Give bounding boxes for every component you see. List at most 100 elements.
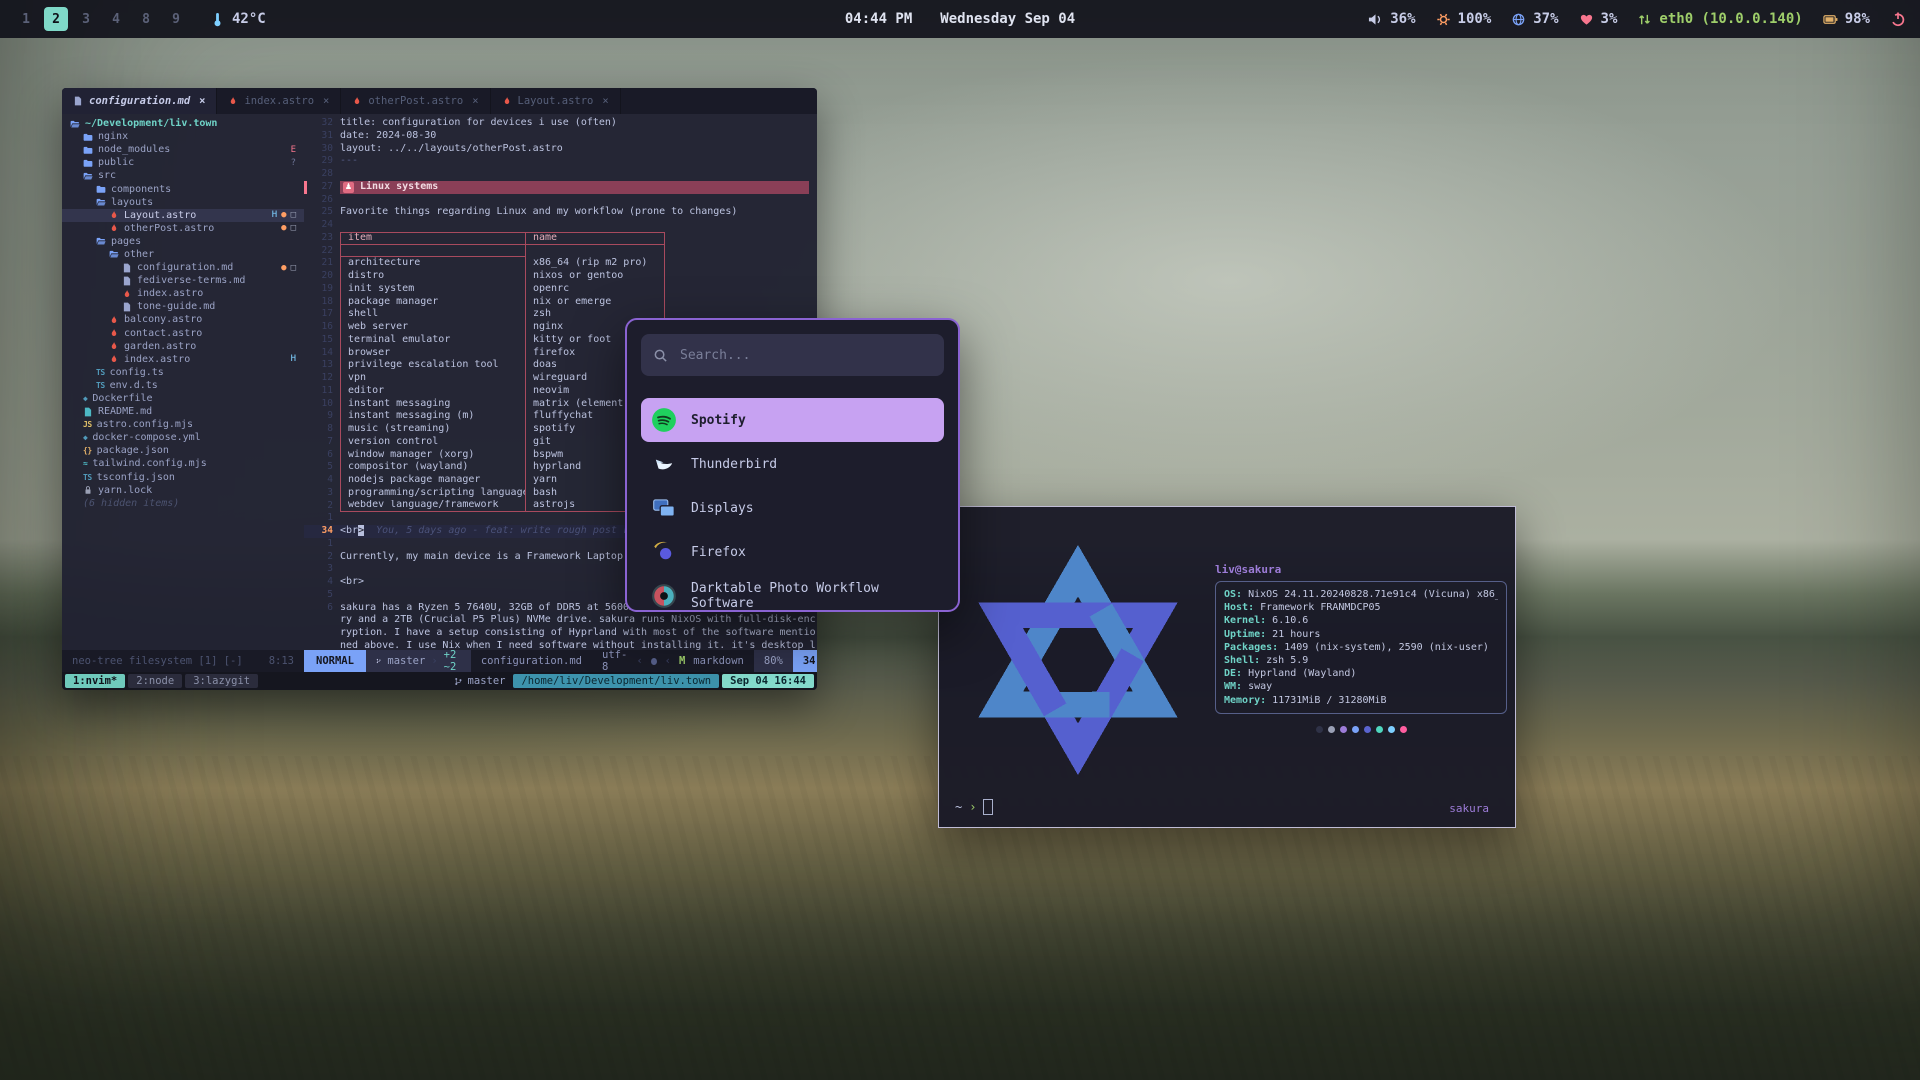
tree-item-label: README.md xyxy=(98,406,152,417)
tree-item[interactable]: README.md xyxy=(62,405,304,418)
workspace-button[interactable]: 3 xyxy=(74,7,98,31)
table-cell-item: version control xyxy=(340,436,526,449)
tree-item[interactable]: JSastro.config.mjs xyxy=(62,418,304,431)
tree-item[interactable]: yarn.lock xyxy=(62,484,304,497)
tree-item[interactable]: other xyxy=(62,248,304,261)
tree-item[interactable]: {}package.json xyxy=(62,444,304,457)
module-volume[interactable]: 36% xyxy=(1368,11,1415,27)
tree-item[interactable]: fediverse-terms.md xyxy=(62,274,304,287)
tmux-window-3:lazygit[interactable]: 3:lazygit xyxy=(185,674,258,688)
fetch-value: 11731MiB / 31280MiB xyxy=(1266,695,1386,706)
power-button[interactable] xyxy=(1890,11,1906,27)
tab-otherPost.astro[interactable]: otherPost.astro× xyxy=(341,88,490,114)
astro-file-icon xyxy=(109,223,119,233)
workspace-button[interactable]: 4 xyxy=(104,7,128,31)
table-cell-item: editor xyxy=(340,385,526,398)
tree-marker: ● xyxy=(281,210,286,220)
folder-open-file-icon xyxy=(83,171,93,181)
tree-item[interactable]: src xyxy=(62,169,304,182)
docker-file-icon: ◆ xyxy=(83,394,87,403)
tree-item[interactable]: Layout.astroH●□ xyxy=(62,209,304,222)
tree-item[interactable]: pages xyxy=(62,235,304,248)
tree-item[interactable]: garden.astro xyxy=(62,340,304,353)
temperature-module: 42°C xyxy=(210,11,266,27)
tree-item-label: pages xyxy=(111,236,141,247)
line-number: 6 xyxy=(307,602,340,615)
tree-item-label: components xyxy=(111,184,171,195)
tree-item[interactable]: index.astroH xyxy=(62,353,304,366)
line-number: 22 xyxy=(307,245,340,258)
fetch-key: Shell: xyxy=(1224,655,1260,666)
tree-item[interactable]: configuration.md●□ xyxy=(62,261,304,274)
launcher-list: SpotifyThunderbirdDisplaysFirefoxDarktab… xyxy=(641,398,944,612)
tree-item[interactable]: balcony.astro xyxy=(62,313,304,326)
statusline-filename: configuration.md xyxy=(471,650,592,672)
tree-item[interactable]: ◆docker-compose.yml xyxy=(62,431,304,444)
module-battery[interactable]: 98% xyxy=(1823,11,1870,27)
tree-item[interactable]: TSconfig.ts xyxy=(62,366,304,379)
tab-index.astro[interactable]: index.astro× xyxy=(217,88,341,114)
tab-configuration.md[interactable]: configuration.md× xyxy=(62,88,217,114)
launcher-search[interactable] xyxy=(641,334,944,376)
fetch-key: OS: xyxy=(1224,589,1242,600)
close-icon[interactable]: × xyxy=(472,95,478,107)
launcher-item[interactable]: Displays xyxy=(641,486,944,530)
tree-item[interactable]: tone-guide.md xyxy=(62,300,304,313)
tree-item[interactable]: layouts xyxy=(62,196,304,209)
tmux-window-2:node[interactable]: 2:node xyxy=(128,674,182,688)
tree-item[interactable]: otherPost.astro●□ xyxy=(62,222,304,235)
launcher-item[interactable]: Thunderbird xyxy=(641,442,944,486)
table-header-row: itemname xyxy=(340,232,665,245)
module-network[interactable]: eth0 (10.0.0.140) xyxy=(1637,11,1802,27)
line-number: 5 xyxy=(307,461,340,474)
close-icon[interactable]: × xyxy=(323,95,329,107)
tree-item[interactable]: ≈tailwind.config.mjs xyxy=(62,457,304,470)
workspace-button[interactable]: 9 xyxy=(164,7,188,31)
search-input[interactable] xyxy=(678,347,932,364)
module-cpu[interactable]: 3% xyxy=(1579,11,1618,27)
astro-file-icon xyxy=(109,210,119,220)
tree-item[interactable]: public? xyxy=(62,156,304,169)
tree-item[interactable]: ◆Dockerfile xyxy=(62,392,304,405)
tree-item[interactable]: TSenv.d.ts xyxy=(62,379,304,392)
tree-item[interactable]: components xyxy=(62,182,304,195)
module-disk[interactable]: 37% xyxy=(1511,11,1558,27)
fetch-info-line: OS: NixOS 24.11.20240828.71e91c4 (Vicuna… xyxy=(1224,588,1498,601)
tree-item[interactable]: index.astro xyxy=(62,287,304,300)
tree-item[interactable]: node_modulesE xyxy=(62,143,304,156)
tree-item[interactable]: ~/Development/liv.town xyxy=(62,117,304,130)
table-row: package managernix or emerge xyxy=(340,296,665,309)
table-row: instant messagingmatrix (element xyxy=(340,398,665,411)
folder-file-icon xyxy=(83,132,93,142)
tree-item[interactable]: nginx xyxy=(62,130,304,143)
fetch-value: 21 hours xyxy=(1266,629,1320,640)
line-number: 27 xyxy=(307,181,340,194)
tree-item-label: index.astro xyxy=(137,288,203,299)
close-icon[interactable]: × xyxy=(199,95,205,107)
table-cell-item: instant messaging (m) xyxy=(340,410,526,423)
module-brightness[interactable]: 100% xyxy=(1436,11,1492,27)
tree-item-label: tone-guide.md xyxy=(137,301,215,312)
fetch-value: zsh 5.9 xyxy=(1260,655,1308,666)
tree-item-markers: E xyxy=(291,145,296,155)
launcher-item[interactable]: Darktable Photo Workflow Software xyxy=(641,574,944,612)
file-tree[interactable]: ~/Development/liv.townnginxnode_modulesE… xyxy=(62,114,304,650)
table-cell-item: browser xyxy=(340,347,526,360)
launcher-item[interactable]: Firefox xyxy=(641,530,944,574)
table-cell-item: init system xyxy=(340,283,526,296)
tmux-window-1:nvim*[interactable]: 1:nvim* xyxy=(65,674,125,688)
workspace-button[interactable]: 2 xyxy=(44,7,68,31)
table-cell-item: window manager (xorg) xyxy=(340,449,526,462)
readme-file-icon xyxy=(83,407,93,417)
launcher-item[interactable]: Spotify xyxy=(641,398,944,442)
shell-prompt[interactable]: ~ › xyxy=(955,799,993,815)
workspace-button[interactable]: 8 xyxy=(134,7,158,31)
tree-item[interactable]: contact.astro xyxy=(62,327,304,340)
tree-item[interactable]: TStsconfig.json xyxy=(62,471,304,484)
workspace-button[interactable]: 1 xyxy=(14,7,38,31)
tab-Layout.astro[interactable]: Layout.astro× xyxy=(491,88,621,114)
tree-item[interactable]: (6 hidden items) xyxy=(62,497,304,510)
tree-item-label: index.astro xyxy=(124,354,190,365)
close-icon[interactable]: × xyxy=(602,95,608,107)
table-cell-name xyxy=(526,245,665,258)
